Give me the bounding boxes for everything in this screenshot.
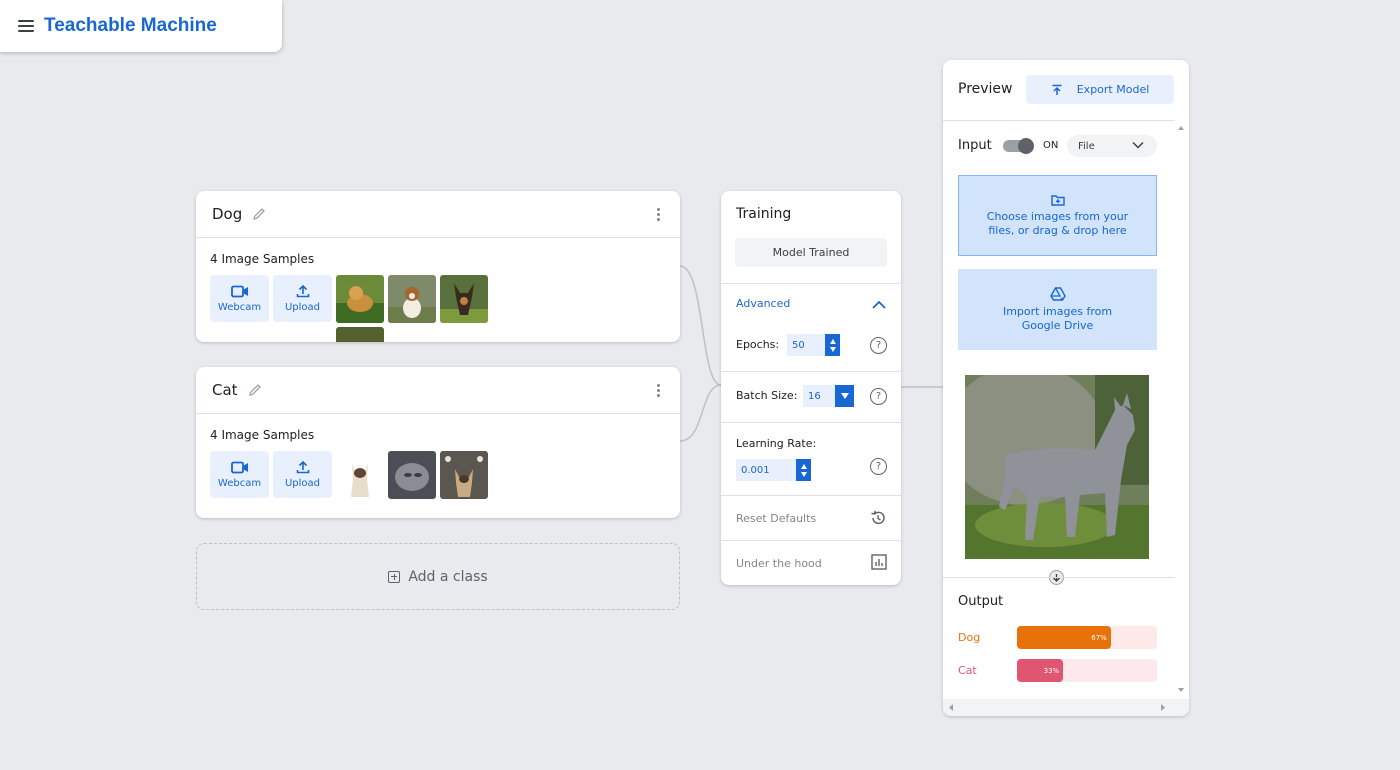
model-trained-button[interactable]: Model Trained [735, 238, 887, 267]
reset-defaults-button[interactable]: Reset Defaults [736, 512, 816, 525]
class-header: Dog [196, 191, 680, 238]
class-name[interactable]: Cat [212, 381, 238, 399]
batch-size-dropdown[interactable] [835, 385, 854, 407]
confidence-bar-fill: 33% [1017, 659, 1064, 682]
epochs-stepper[interactable] [825, 334, 840, 356]
google-drive-icon [1049, 286, 1066, 301]
sample-image[interactable] [336, 275, 384, 323]
chevron-down-icon [1132, 141, 1144, 149]
google-drive-import[interactable]: Import images from Google Drive [958, 269, 1157, 350]
sample-thumbnails [336, 275, 496, 342]
bar-chart-icon[interactable] [871, 554, 887, 570]
epochs-label: Epochs: [736, 338, 780, 351]
help-icon[interactable]: ? [870, 337, 887, 354]
batch-size-label: Batch Size: [736, 389, 798, 402]
input-label: Input [958, 138, 992, 153]
learning-rate-label: Learning Rate: [736, 437, 817, 450]
confidence-bar-fill: 67% [1017, 626, 1111, 649]
batch-size-select[interactable]: 16 [803, 385, 835, 407]
training-panel: Training Model Trained Advanced Epochs: … [721, 191, 901, 585]
output-class-label: Dog [958, 631, 981, 644]
samples-count: 4 Image Samples [210, 428, 315, 442]
edit-pencil-icon[interactable] [251, 206, 267, 222]
under-the-hood-button[interactable]: Under the hood [736, 557, 822, 570]
confidence-bar-track: 67% [1017, 626, 1157, 649]
training-title: Training [736, 206, 792, 222]
input-toggle[interactable] [1003, 138, 1034, 154]
sample-image[interactable] [440, 451, 488, 499]
sample-image[interactable] [440, 275, 488, 323]
export-model-button[interactable]: Export Model [1026, 75, 1174, 104]
output-label: Output [958, 594, 1004, 609]
app-title[interactable]: Teachable Machine [44, 15, 217, 37]
app-bar: Teachable Machine [0, 0, 282, 52]
preview-panel: Preview Export Model Input ON File Choos… [943, 60, 1189, 716]
input-source-select[interactable]: File [1067, 135, 1157, 157]
confidence-bar-track: 33% [1017, 659, 1157, 682]
webcam-icon [230, 285, 248, 297]
sample-image[interactable] [336, 451, 384, 499]
add-class-button[interactable]: Add a class [196, 543, 680, 610]
menu-icon[interactable] [18, 20, 34, 32]
more-options-icon[interactable] [657, 384, 660, 397]
export-upload-icon [1052, 84, 1062, 95]
learning-rate-input[interactable]: 0.001 [736, 459, 796, 481]
sample-thumbnails [336, 451, 496, 499]
epochs-input[interactable]: 50 [787, 334, 825, 356]
choose-files-dropzone[interactable]: Choose images from your files, or drag &… [958, 175, 1157, 256]
help-icon[interactable]: ? [870, 458, 887, 475]
preview-title: Preview [958, 81, 1013, 97]
upload-icon [296, 460, 309, 474]
webcam-button[interactable]: Webcam [210, 275, 269, 322]
samples-count: 4 Image Samples [210, 252, 315, 266]
upload-button[interactable]: Upload [273, 275, 332, 322]
class-header: Cat [196, 367, 680, 414]
toggle-state: ON [1043, 140, 1059, 151]
class-card-cat: Cat 4 Image Samples Webcam Upload [196, 367, 680, 518]
vertical-scrollbar[interactable] [1176, 122, 1186, 698]
advanced-toggle[interactable]: Advanced [736, 297, 790, 310]
sample-image[interactable] [336, 327, 384, 342]
folder-icon [1050, 194, 1065, 206]
edit-pencil-icon[interactable] [247, 382, 263, 398]
chevron-up-icon[interactable] [872, 300, 886, 309]
webcam-button[interactable]: Webcam [210, 451, 269, 498]
learning-rate-stepper[interactable] [796, 459, 811, 481]
add-box-icon [388, 570, 401, 583]
sample-image[interactable] [388, 275, 436, 323]
class-name[interactable]: Dog [212, 205, 242, 223]
webcam-icon [230, 461, 248, 473]
output-class-label: Cat [958, 664, 977, 677]
upload-icon [296, 284, 309, 298]
help-icon[interactable]: ? [870, 388, 887, 405]
history-icon[interactable] [869, 509, 887, 527]
upload-button[interactable]: Upload [273, 451, 332, 498]
sample-image[interactable] [388, 451, 436, 499]
horizontal-scrollbar[interactable] [943, 699, 1189, 716]
class-card-dog: Dog 4 Image Samples Webcam Upload [196, 191, 680, 342]
preview-image [965, 375, 1149, 559]
more-options-icon[interactable] [657, 208, 660, 221]
